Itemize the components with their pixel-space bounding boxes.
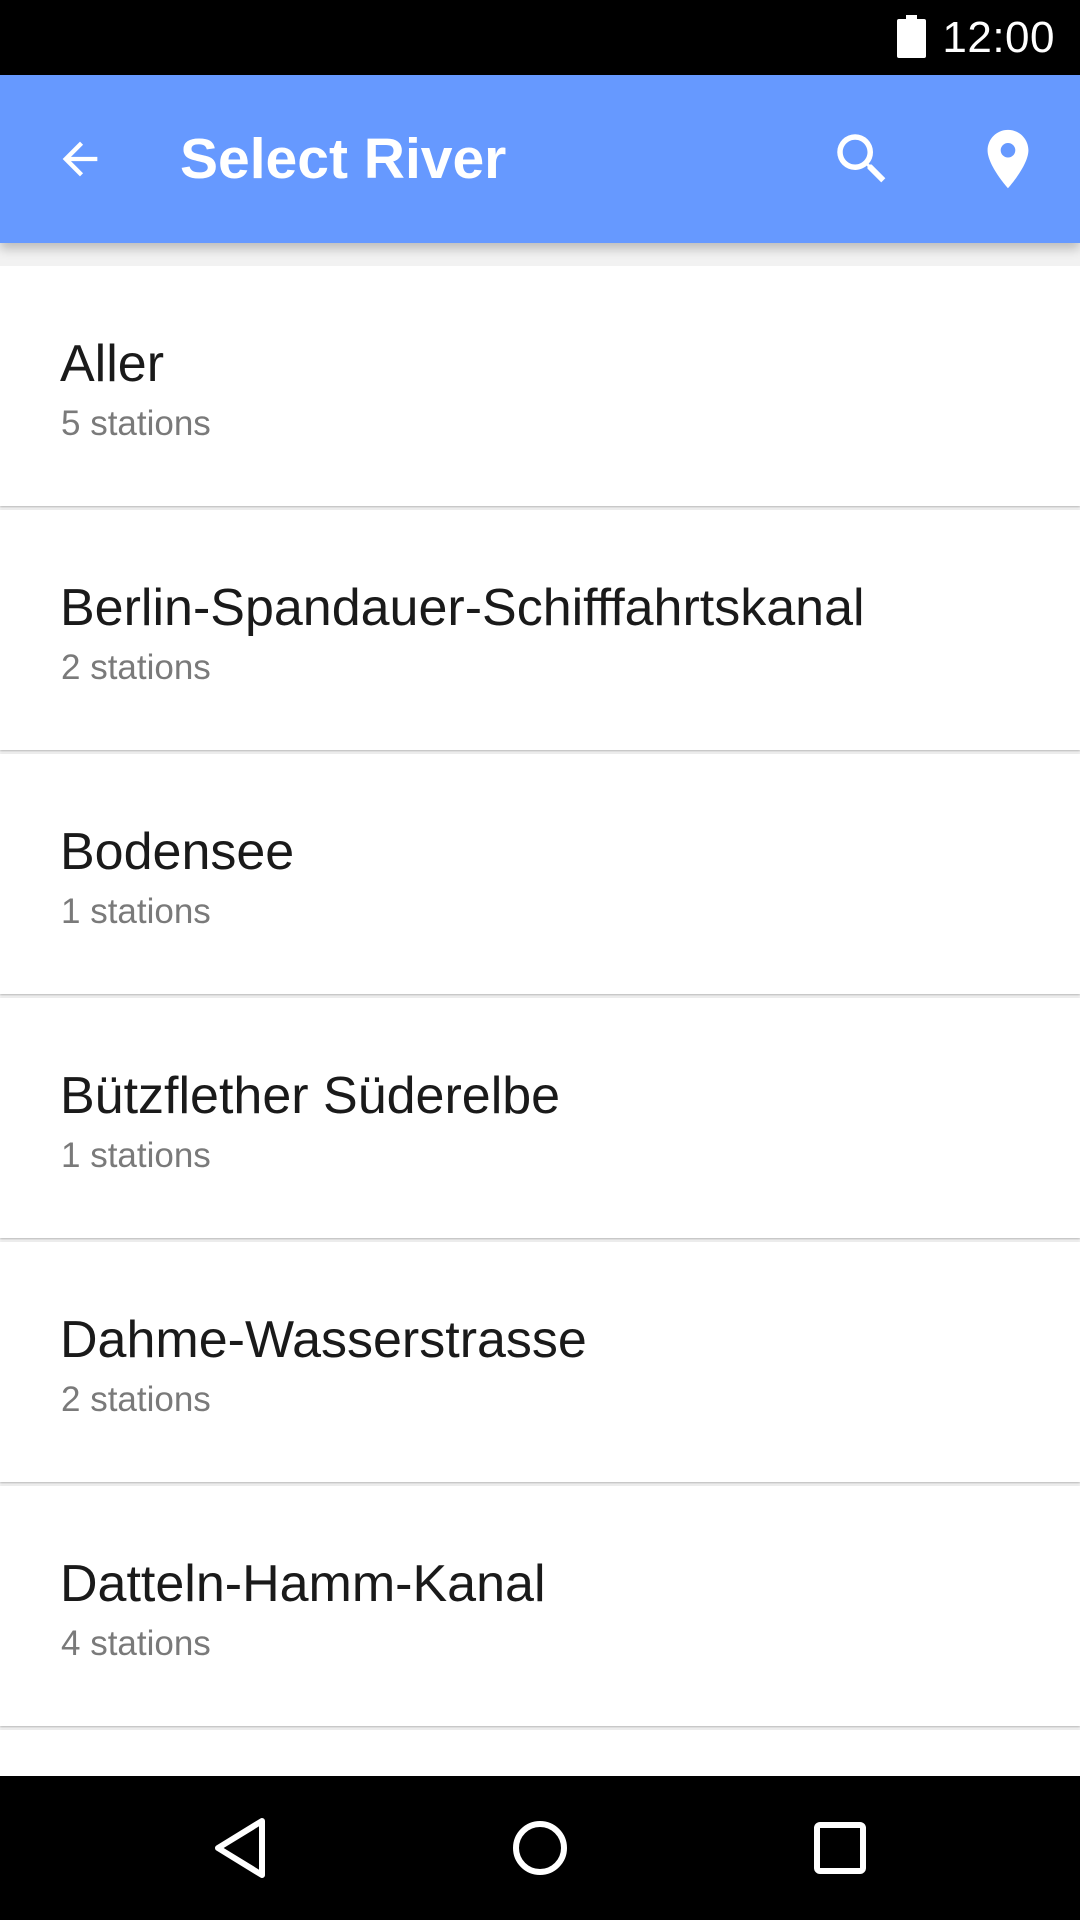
location-pin-icon (987, 129, 1029, 189)
app-bar: Select River (0, 75, 1080, 243)
list-item[interactable] (0, 1730, 1080, 1776)
battery-full-icon (897, 15, 926, 58)
station-count: 2 stations (61, 1380, 211, 1419)
nav-home-button[interactable] (490, 1798, 590, 1898)
river-name: Bodensee (60, 823, 295, 881)
navigation-bar (0, 1776, 1080, 1920)
nav-recents-button[interactable] (790, 1798, 890, 1898)
list-item[interactable]: Berlin-Spandauer-Schifffahrtskanal 2 sta… (0, 510, 1080, 750)
list-item[interactable]: Aller 5 stations (0, 266, 1080, 506)
river-name: Datteln-Hamm-Kanal (60, 1555, 546, 1613)
station-count: 1 stations (61, 1136, 211, 1175)
river-name: Aller (60, 335, 165, 393)
river-list[interactable]: Aller 5 stations Berlin-Spandauer-Schiff… (0, 266, 1080, 1776)
nav-back-button[interactable] (190, 1798, 290, 1898)
search-button[interactable] (822, 119, 902, 199)
page-title: Select River (180, 127, 507, 191)
list-item[interactable]: Bodensee 1 stations (0, 754, 1080, 994)
station-count: 4 stations (61, 1624, 211, 1663)
river-name: Dahme-Wasserstrasse (60, 1311, 587, 1369)
station-count: 5 stations (61, 404, 211, 443)
list-item[interactable]: Datteln-Hamm-Kanal 4 stations (0, 1486, 1080, 1726)
status-bar: 12:00 (0, 0, 1080, 75)
nav-recents-square-icon (814, 1822, 866, 1874)
nav-back-triangle-icon (215, 1818, 265, 1878)
river-name: Bützflether Süderelbe (60, 1067, 561, 1125)
nav-home-circle-icon (513, 1821, 567, 1875)
station-count: 2 stations (61, 648, 211, 687)
screen: 12:00 Select River Aller 5 stations Berl… (0, 0, 1080, 1920)
search-icon (837, 134, 886, 183)
list-item[interactable]: Bützflether Süderelbe 1 stations (0, 998, 1080, 1238)
station-count: 1 stations (61, 892, 211, 931)
river-name: Berlin-Spandauer-Schifffahrtskanal (60, 579, 865, 637)
list-item[interactable]: Dahme-Wasserstrasse 2 stations (0, 1242, 1080, 1482)
status-time: 12:00 (942, 13, 1055, 62)
back-button[interactable] (40, 119, 120, 199)
arrow-back-icon (62, 141, 98, 177)
location-button[interactable] (968, 119, 1048, 199)
